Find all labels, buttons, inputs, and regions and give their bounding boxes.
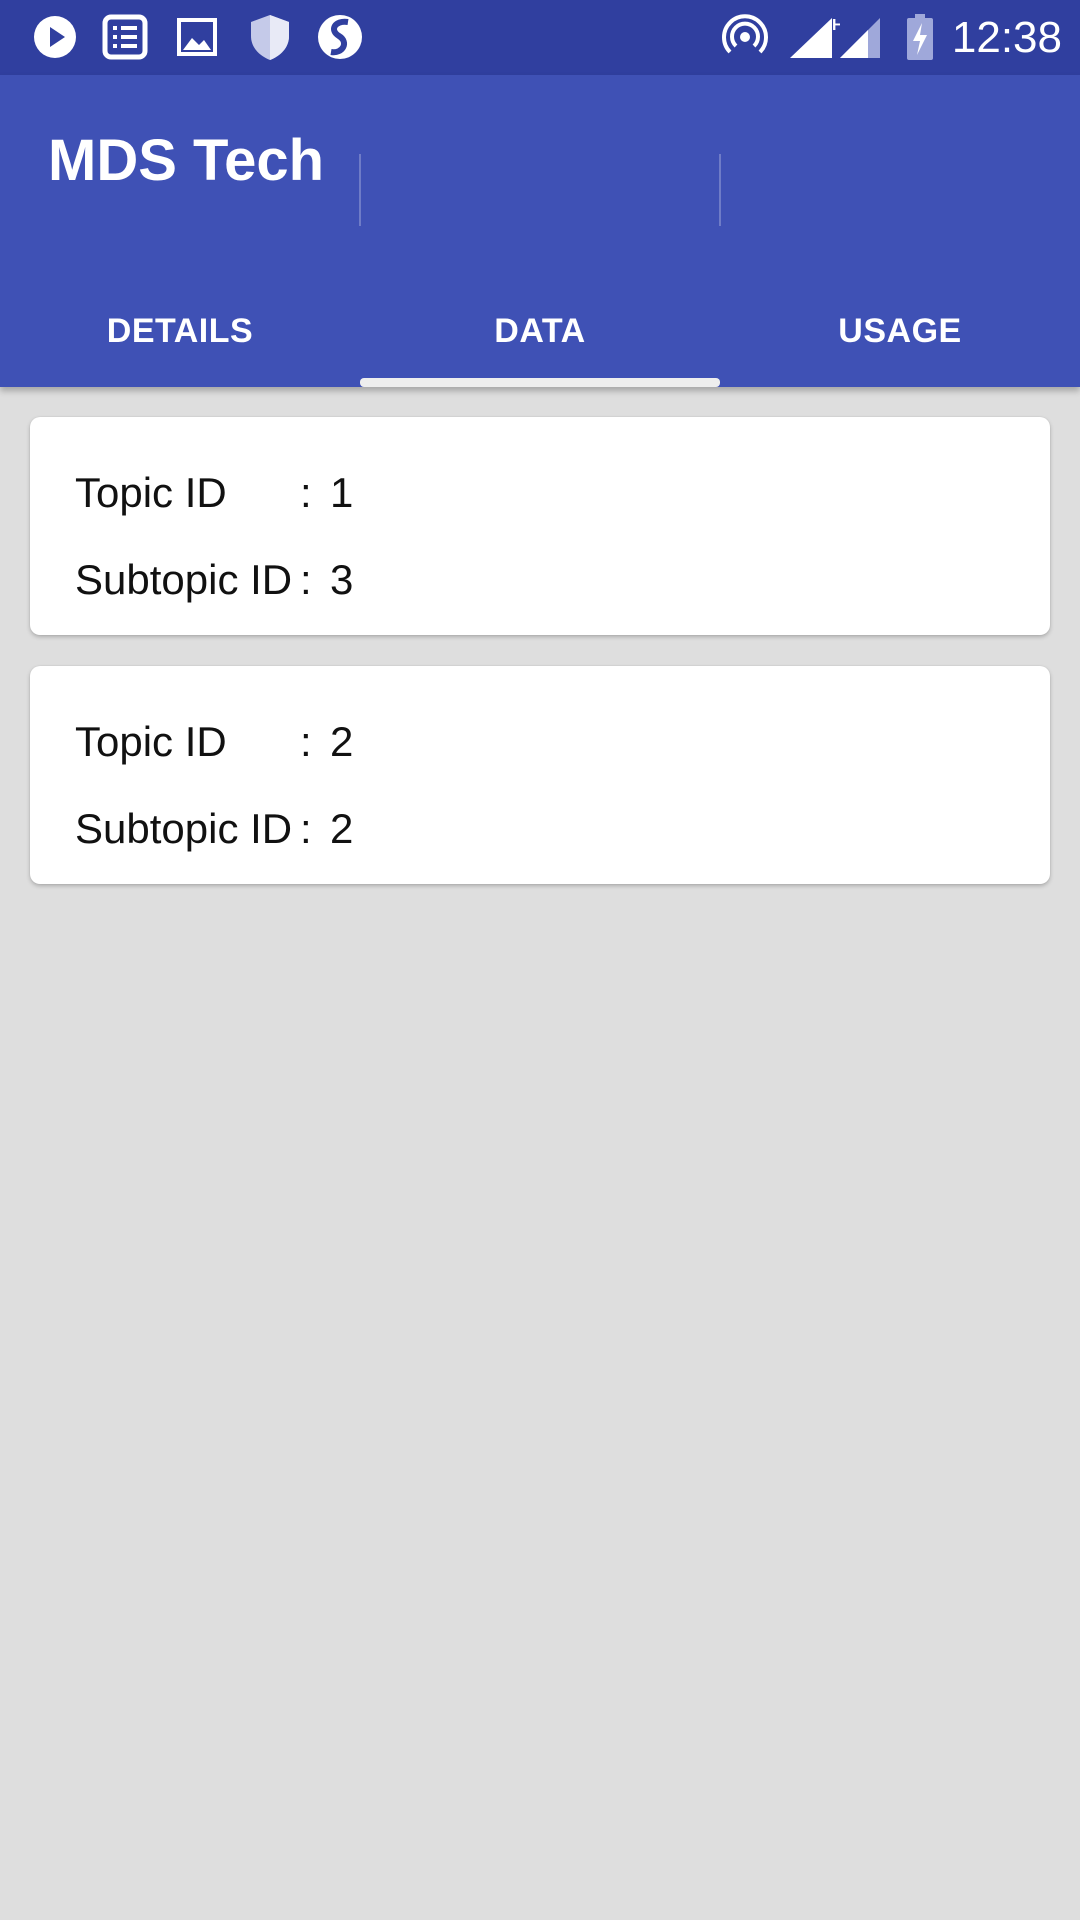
battery-charging-icon: [907, 14, 933, 60]
separator: :: [300, 556, 312, 603]
signal-icon: [840, 18, 880, 58]
subtopic-label: Subtopic ID: [75, 556, 293, 603]
subtopic-row: Subtopic ID : 2: [75, 803, 353, 855]
separator: :: [300, 469, 312, 516]
tab-selected-indicator: [360, 378, 720, 387]
record-card[interactable]: Topic ID : 1 Subtopic ID : 3: [30, 417, 1050, 635]
status-bar: H 12:38: [0, 0, 1080, 75]
subtopic-value: 2: [330, 805, 354, 852]
topic-row: Topic ID : 1: [75, 467, 353, 519]
subtopic-label: Subtopic ID: [75, 805, 293, 852]
shield-icon: [251, 15, 289, 60]
app-title: MDS Tech: [48, 128, 325, 193]
topic-label: Topic ID: [75, 469, 227, 516]
record-card[interactable]: Topic ID : 2 Subtopic ID : 2: [30, 666, 1050, 884]
tab-usage[interactable]: USAGE: [720, 275, 1080, 387]
separator: :: [300, 718, 312, 765]
play-icon: [34, 16, 76, 58]
subtopic-row: Subtopic ID : 3: [75, 554, 353, 606]
status-time: 12:38: [951, 13, 1062, 62]
signal-h-icon: H: [790, 17, 840, 58]
subtopic-value: 3: [330, 556, 354, 603]
tab-details[interactable]: DETAILS: [0, 275, 360, 387]
tab-data[interactable]: DATA: [360, 275, 720, 387]
s-app-icon: [318, 15, 362, 59]
tab-divider: [359, 154, 361, 226]
checklist-icon: [102, 14, 148, 60]
image-icon: [177, 18, 217, 56]
topic-value: 2: [330, 718, 354, 765]
app-bar: MDS Tech DETAILS DATA USAGE: [0, 75, 1080, 387]
hotspot-icon: [722, 14, 768, 54]
topic-row: Topic ID : 2: [75, 716, 353, 768]
separator: :: [300, 805, 312, 852]
tab-divider: [719, 154, 721, 226]
topic-label: Topic ID: [75, 718, 227, 765]
tab-bar: DETAILS DATA USAGE: [0, 275, 1080, 387]
topic-value: 1: [330, 469, 354, 516]
